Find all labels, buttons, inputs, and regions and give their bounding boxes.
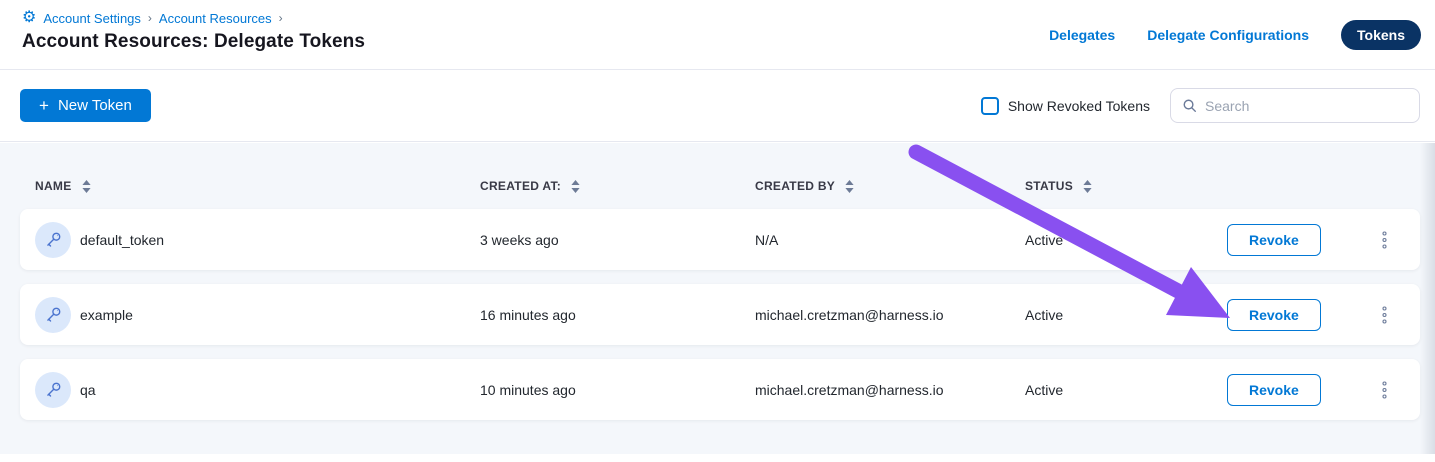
row-options-kebab-icon[interactable] xyxy=(1377,225,1392,255)
column-header-created-at[interactable]: CREATED AT: xyxy=(480,179,755,193)
created-by-cell: N/A xyxy=(755,232,1025,248)
token-name: qa xyxy=(80,382,96,398)
new-token-label: New Token xyxy=(58,97,132,114)
search-box[interactable] xyxy=(1170,88,1420,123)
token-key-icon xyxy=(35,222,71,258)
toolbar: + New Token Show Revoked Tokens xyxy=(0,70,1435,142)
column-header-status[interactable]: STATUS xyxy=(1025,179,1227,193)
toolbar-right: Show Revoked Tokens xyxy=(981,88,1420,123)
table-row-default-token[interactable]: default_token 3 weeks ago N/A Active Rev… xyxy=(20,209,1420,270)
nav-delegates[interactable]: Delegates xyxy=(1049,27,1115,43)
name-cell: qa xyxy=(20,372,480,408)
sort-icon[interactable] xyxy=(1083,180,1092,193)
token-key-icon xyxy=(35,372,71,408)
column-label: NAME xyxy=(35,179,72,193)
status-cell: Active xyxy=(1025,307,1227,323)
column-label: CREATED BY xyxy=(755,179,835,193)
token-name: default_token xyxy=(80,232,164,248)
breadcrumb-separator: › xyxy=(279,11,283,25)
table-row-qa[interactable]: qa 10 minutes ago michael.cretzman@harne… xyxy=(20,359,1420,420)
created-at-cell: 16 minutes ago xyxy=(480,307,755,323)
column-label: STATUS xyxy=(1025,179,1073,193)
breadcrumb-account-resources[interactable]: Account Resources xyxy=(159,11,272,26)
created-at-cell: 10 minutes ago xyxy=(480,382,755,398)
row-options-kebab-icon[interactable] xyxy=(1377,375,1392,405)
status-cell: Active xyxy=(1025,232,1227,248)
revoke-button[interactable]: Revoke xyxy=(1227,224,1321,256)
created-by-cell: michael.cretzman@harness.io xyxy=(755,307,1025,323)
page-header: ⚙ Account Settings › Account Resources ›… xyxy=(0,0,1435,70)
row-options-kebab-icon[interactable] xyxy=(1377,300,1392,330)
breadcrumb-account-settings[interactable]: Account Settings xyxy=(43,11,141,26)
token-table: NAME CREATED AT: CREATED BY STATUS xyxy=(0,143,1435,462)
plus-icon: + xyxy=(39,97,49,114)
created-by-cell: michael.cretzman@harness.io xyxy=(755,382,1025,398)
column-header-name[interactable]: NAME xyxy=(35,179,480,193)
table-header-row: NAME CREATED AT: CREATED BY STATUS xyxy=(20,143,1420,209)
bottom-strip xyxy=(0,454,1435,462)
sort-icon[interactable] xyxy=(845,180,854,193)
column-label: CREATED AT: xyxy=(480,179,561,193)
token-name: example xyxy=(80,307,133,323)
top-nav: Delegates Delegate Configurations Tokens xyxy=(1049,20,1421,50)
show-revoked-label: Show Revoked Tokens xyxy=(1008,98,1150,114)
name-cell: default_token xyxy=(20,222,480,258)
column-header-created-by[interactable]: CREATED BY xyxy=(755,179,1025,193)
table-row-example[interactable]: example 16 minutes ago michael.cretzman@… xyxy=(20,284,1420,345)
revoke-button[interactable]: Revoke xyxy=(1227,299,1321,331)
search-input[interactable] xyxy=(1205,98,1408,114)
nav-tokens-active[interactable]: Tokens xyxy=(1341,20,1421,50)
sort-icon[interactable] xyxy=(571,180,580,193)
show-revoked-checkbox[interactable] xyxy=(981,97,999,115)
search-icon xyxy=(1182,98,1197,113)
new-token-button[interactable]: + New Token xyxy=(20,89,151,122)
breadcrumb-separator: › xyxy=(148,11,152,25)
created-at-cell: 3 weeks ago xyxy=(480,232,755,248)
status-cell: Active xyxy=(1025,382,1227,398)
nav-delegate-configurations[interactable]: Delegate Configurations xyxy=(1147,27,1309,43)
name-cell: example xyxy=(20,297,480,333)
settings-gear-icon: ⚙ xyxy=(22,10,36,26)
revoke-button[interactable]: Revoke xyxy=(1227,374,1321,406)
show-revoked-tokens-toggle[interactable]: Show Revoked Tokens xyxy=(981,97,1150,115)
token-key-icon xyxy=(35,297,71,333)
sort-icon[interactable] xyxy=(82,180,91,193)
